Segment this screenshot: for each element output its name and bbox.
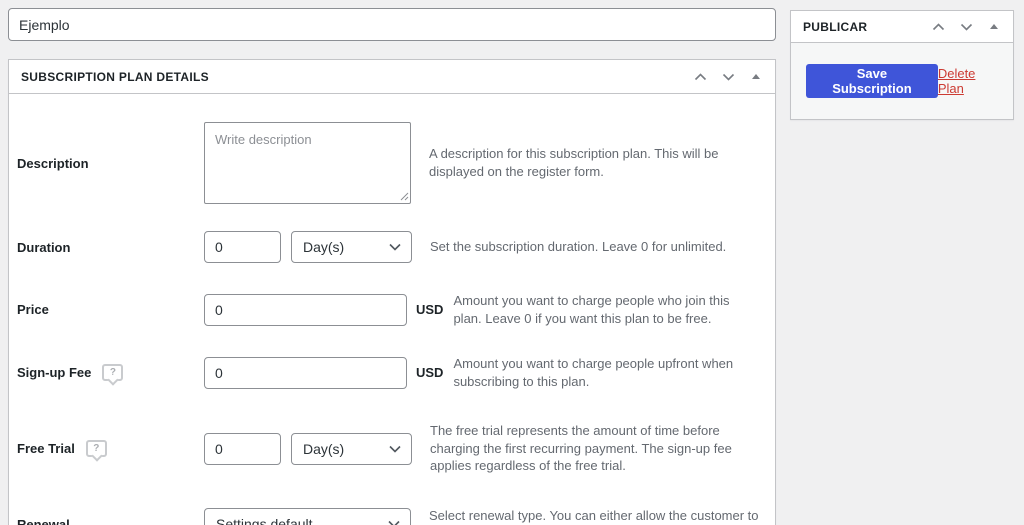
collapse-toggle-icon[interactable] xyxy=(745,66,767,88)
details-box-title: SUBSCRIPTION PLAN DETAILS xyxy=(21,69,209,84)
description-textarea-wrap xyxy=(204,122,411,204)
publish-box-title: PUBLICAR xyxy=(803,19,868,34)
renewal-select[interactable]: Settings default xyxy=(204,508,411,525)
details-box-header[interactable]: SUBSCRIPTION PLAN DETAILS xyxy=(9,60,775,94)
free-trial-help-icon[interactable]: ? xyxy=(85,440,107,457)
signup-fee-helper-text: Amount you want to charge people upfront… xyxy=(453,356,734,389)
free-trial-helper-text: The free trial represents the amount of … xyxy=(430,423,732,474)
renewal-label: Renewal xyxy=(17,516,70,525)
publish-box-body: Save Subscription Delete Plan xyxy=(791,43,1013,119)
free-trial-unit-select[interactable]: Day(s) xyxy=(291,432,412,465)
description-label: Description xyxy=(17,155,89,171)
field-row-renewal: Renewal Settings default Select renewal … xyxy=(9,507,775,525)
signup-fee-value-input[interactable] xyxy=(204,356,407,389)
price-helper-text: Amount you want to charge people who joi… xyxy=(453,293,730,326)
field-row-free-trial: Free Trial ? Day(s) The free trial repre… xyxy=(9,422,775,475)
publish-box: PUBLICAR Save Subscription Delete Plan xyxy=(790,10,1014,120)
duration-label: Duration xyxy=(17,239,71,255)
move-up-icon[interactable] xyxy=(927,16,949,38)
publish-box-header[interactable]: PUBLICAR xyxy=(791,11,1013,43)
description-helper-text: A description for this subscription plan… xyxy=(429,146,719,179)
description-textarea[interactable] xyxy=(204,122,411,204)
post-title-input[interactable] xyxy=(8,8,776,41)
move-down-icon[interactable] xyxy=(717,66,739,88)
signup-fee-currency-label: USD xyxy=(416,365,444,381)
chevron-down-icon xyxy=(388,521,400,525)
chevron-down-icon xyxy=(389,243,401,251)
field-row-duration: Duration Day(s) Set the subscription dur… xyxy=(9,231,775,263)
duration-helper-text: Set the subscription duration. Leave 0 f… xyxy=(430,239,727,255)
signup-fee-help-icon[interactable]: ? xyxy=(102,364,124,382)
field-row-signup-fee: Sign-up Fee ? USD Amount you want to cha… xyxy=(9,355,775,390)
duration-value-input[interactable] xyxy=(204,231,281,263)
free-trial-label: Free Trial ? xyxy=(17,440,204,457)
price-currency-label: USD xyxy=(416,302,444,318)
free-trial-value-input[interactable] xyxy=(204,432,281,465)
signup-fee-label: Sign-up Fee ? xyxy=(17,364,204,382)
renewal-helper-text: Select renewal type. You can either allo… xyxy=(429,507,759,523)
move-down-icon[interactable] xyxy=(955,16,977,38)
details-box-body: Description A description for this subsc… xyxy=(9,94,775,525)
price-value-input[interactable] xyxy=(204,293,407,326)
move-up-icon[interactable] xyxy=(689,66,711,88)
delete-plan-link[interactable]: Delete Plan xyxy=(938,66,997,96)
field-row-description: Description A description for this subsc… xyxy=(9,122,775,204)
field-row-price: Price USD Amount you want to charge peop… xyxy=(9,292,775,327)
page: SUBSCRIPTION PLAN DETAILS Description xyxy=(0,0,1024,525)
price-label: Price xyxy=(17,302,49,318)
duration-unit-select[interactable]: Day(s) xyxy=(291,231,412,263)
save-subscription-button[interactable]: Save Subscription xyxy=(806,64,938,98)
collapse-toggle-icon[interactable] xyxy=(983,16,1005,38)
chevron-down-icon xyxy=(389,445,401,453)
subscription-plan-details-box: SUBSCRIPTION PLAN DETAILS Description Wr… xyxy=(8,59,776,525)
